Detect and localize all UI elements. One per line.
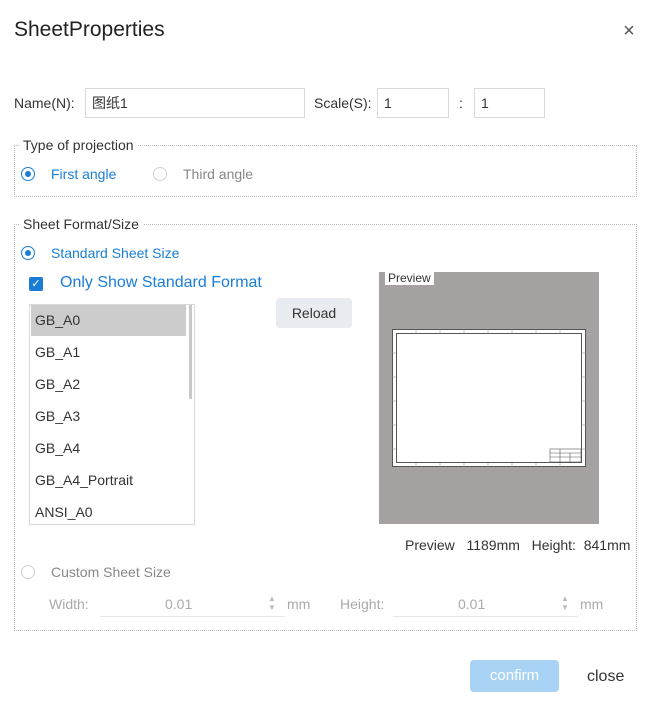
scale-left-input[interactable]: 1 — [377, 88, 449, 118]
close-button[interactable]: close — [587, 668, 624, 686]
scale-right-input[interactable]: 1 — [474, 88, 545, 118]
first-angle-label[interactable]: First angle — [51, 166, 116, 182]
only-standard-label[interactable]: Only Show Standard Format — [60, 274, 262, 292]
standard-size-label[interactable]: Standard Sheet Size — [51, 245, 179, 261]
preview-height-value: 841mm — [583, 537, 631, 553]
preview-panel: Preview — [379, 267, 599, 524]
close-icon[interactable]: × — [620, 20, 638, 42]
scale-label: Scale(S): — [314, 95, 372, 111]
preview-label: Preview — [385, 267, 434, 285]
format-item-ansi-a0[interactable]: ANSI_A0 — [31, 497, 186, 524]
width-unit: mm — [287, 596, 311, 612]
only-standard-checkbox[interactable]: ✓ — [29, 277, 43, 291]
name-label: Name(N): — [14, 95, 75, 111]
width-spinner-down-icon[interactable]: ▼ — [268, 604, 276, 612]
height-value: 0.01 — [458, 596, 486, 612]
dialog-title: SheetProperties — [14, 18, 165, 41]
height-label: Height: — [340, 596, 385, 612]
format-item-gb-a1[interactable]: GB_A1 — [31, 337, 186, 368]
preview-width-value: 1189mm — [466, 537, 520, 553]
third-angle-label[interactable]: Third angle — [183, 166, 253, 182]
format-item-gb-a2[interactable]: GB_A2 — [31, 369, 186, 400]
preview-info-prefix: Preview — [405, 537, 455, 553]
width-input[interactable]: 0.01 ▲ ▼ — [100, 590, 285, 617]
preview-info: Preview 1189mm Height: 841mm — [405, 537, 630, 553]
custom-size-label[interactable]: Custom Sheet Size — [51, 564, 171, 580]
sheet-format-legend: Sheet Format/Size — [19, 216, 143, 232]
first-angle-radio[interactable] — [21, 167, 35, 181]
format-item-gb-a4[interactable]: GB_A4 — [31, 433, 186, 464]
height-spinner-up-icon[interactable]: ▲ — [561, 595, 569, 603]
projection-legend: Type of projection — [19, 137, 138, 153]
name-input[interactable]: 图纸1 — [85, 88, 305, 118]
standard-size-radio[interactable] — [21, 246, 35, 260]
width-label: Width: — [49, 596, 89, 612]
width-value: 0.01 — [165, 596, 193, 612]
height-input[interactable]: 0.01 ▲ ▼ — [393, 590, 578, 617]
height-unit: mm — [580, 596, 604, 612]
reload-button[interactable]: Reload — [276, 298, 352, 328]
height-spinner-down-icon[interactable]: ▼ — [561, 604, 569, 612]
preview-height-label: Height: — [531, 537, 576, 553]
format-item-gb-a3[interactable]: GB_A3 — [31, 401, 186, 432]
width-spinner-up-icon[interactable]: ▲ — [268, 595, 276, 603]
scale-separator: : — [459, 95, 463, 111]
custom-size-radio[interactable] — [21, 565, 35, 579]
format-list-scrollbar[interactable] — [189, 305, 192, 399]
third-angle-radio[interactable] — [153, 167, 167, 181]
confirm-button[interactable]: confirm — [470, 660, 559, 692]
sheet-thumbnail — [392, 329, 586, 467]
format-item-gb-a0[interactable]: GB_A0 — [31, 305, 186, 336]
format-item-gb-a4-portrait[interactable]: GB_A4_Portrait — [31, 465, 186, 496]
format-list[interactable]: GB_A0 GB_A1 GB_A2 GB_A3 GB_A4 GB_A4_Port… — [29, 304, 195, 525]
